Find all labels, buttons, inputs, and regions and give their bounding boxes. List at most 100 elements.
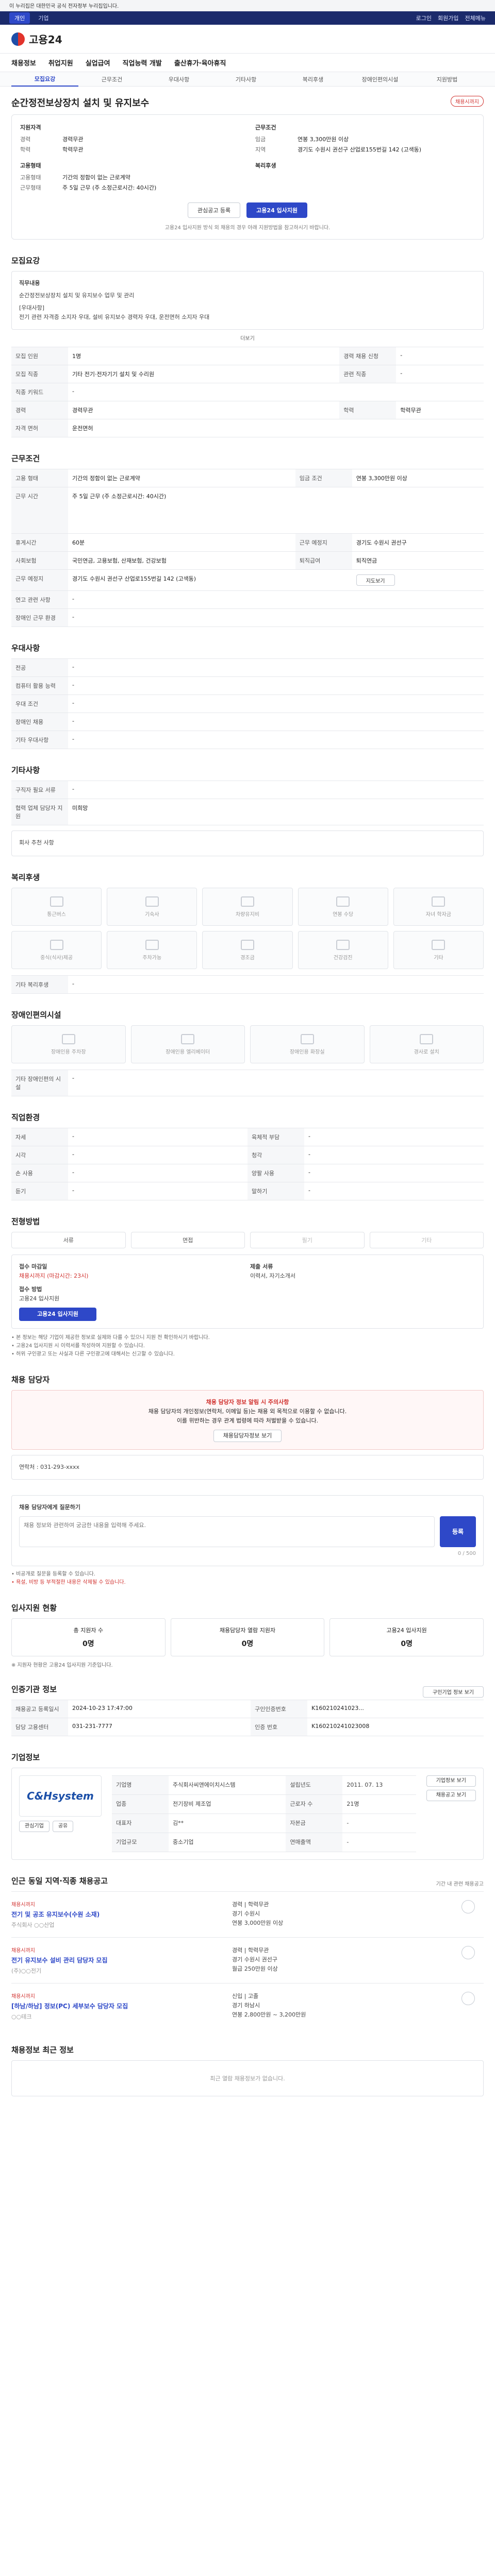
info-section: 인증기관 정보 구인기업 정보 보기 채용공고 등록일시 2024-10-23 1… [11, 1684, 484, 1736]
step-etc: 기타 [369, 1232, 484, 1248]
table-value: - [68, 731, 484, 749]
company-logo: C&Hsystem [19, 1775, 102, 1817]
tab-recruit[interactable]: 모집요강 [11, 72, 78, 87]
question-input[interactable] [19, 1516, 435, 1547]
disability-grid: 장애인용 주차장 장애인용 엘리베이터 장애인용 화장실 경사로 설치 [11, 1025, 484, 1063]
share-button[interactable]: 공유 [52, 1821, 74, 1832]
table-label: 자세 [11, 1128, 68, 1146]
welfare-item: 연봉 수당 [298, 888, 388, 926]
table-row: 구직자 필요 서류 - [11, 781, 484, 799]
company-detail-link[interactable]: 기업정보 보기 [426, 1775, 476, 1787]
all-menu-link[interactable]: 전체메뉴 [465, 14, 486, 22]
related-job-item[interactable]: 채용시까지 전기 유지보수 설비 관리 담당자 모집 (주)○○전기 경력 | … [11, 1937, 484, 1983]
qna-note: • 비공개로 질문을 등록할 수 있습니다. [11, 1571, 95, 1577]
etc-section: 기타사항 구직자 필요 서류 - 협력 업체 담당자 지원 미희망 회사 추천 사항 [11, 765, 484, 856]
nav-training[interactable]: 직업능력 개발 [123, 58, 162, 67]
scrap-button[interactable]: 관심공고 등록 [187, 202, 241, 218]
table-value: - [68, 676, 484, 695]
table-label: 연고 관련 사항 [11, 590, 68, 609]
related-job-item[interactable]: 채용시까지 [하남/하남] 정보(PC) 세부보수 담당자 모집 ○○테크 신입… [11, 1983, 484, 2029]
scrap-icon[interactable] [461, 1992, 475, 2005]
recruit-table: 모집 인원 1명 경력 채용 신청 - 모집 직종 기타 전기·전자기기 설치 및 수리… [11, 347, 484, 437]
job-description-line: 전기 관련 자격증 소지자 우대, 설비 유지보수 경력자 우대, 운전면허 소… [19, 314, 210, 320]
tab-personal[interactable]: 개인 [9, 12, 30, 24]
welfare-item-label: 자녀 학자금 [425, 911, 451, 918]
tab-disability[interactable]: 장애인편의시설 [346, 75, 414, 83]
stat-label: 고용24 입사지원 [386, 1627, 427, 1634]
table-label: 관련 직종 [339, 365, 397, 383]
table-row: 경력 경력무관 학력 학력무관 [11, 401, 484, 419]
table-value: 운전면허 [68, 419, 484, 437]
nav-jobs[interactable]: 채용정보 [11, 58, 36, 67]
summary-qualification-heading: 지원자격 [20, 124, 41, 131]
logo[interactable]: 고용24 [11, 31, 62, 46]
table-label: 협력 업체 담당자 지원 [11, 799, 68, 825]
nav-support[interactable]: 취업지원 [48, 58, 73, 67]
job-line: 경기 하남시 [232, 2002, 260, 2009]
table-row: 기업명 주식회사씨앤에이치시스템 설립년도 2011. 07. 13 [112, 1775, 416, 1795]
table-label: 장애인 채용 [11, 713, 68, 731]
summary-value: 주 5일 근무 (주 소정근로시간: 40시간) [62, 184, 157, 191]
company-jobs-link[interactable]: 채용공고 보기 [426, 1790, 476, 1801]
table-row: 연고 관련 사항 - [11, 590, 484, 609]
info-heading: 인증기관 정보 [11, 1685, 57, 1694]
job-title-link[interactable]: 전기 유지보수 설비 관리 담당자 모집 [11, 1956, 222, 1964]
table-label: 임금 조건 [295, 469, 352, 487]
map-button[interactable]: 지도보기 [356, 574, 395, 586]
table-row: 기타 장애인편의 시설 - [11, 1070, 484, 1096]
site-bar: 개인 기업 로그인 회원가입 전체메뉴 [0, 11, 495, 25]
preference-section: 우대사항 전공 - 컴퓨터 활용 능력 - 우대 조건 - 장애인 채용 - 기타 우대… [11, 642, 484, 749]
job-company: 주식회사 ○○산업 [11, 1922, 55, 1928]
selection-steps: 서류 면접 필기 기타 [11, 1232, 484, 1248]
job-title-link[interactable]: [하남/하남] 정보(PC) 세부보수 담당자 모집 [11, 2002, 222, 2010]
signup-link[interactable]: 회원가입 [438, 14, 458, 22]
tab-conditions[interactable]: 근무조건 [78, 75, 145, 83]
table-value: - [396, 365, 484, 383]
follow-company-button[interactable]: 관심기업 [19, 1821, 50, 1832]
scrap-icon[interactable] [461, 1900, 475, 1913]
table-label: 업종 [112, 1794, 169, 1814]
stats-grid: 총 지원자 수 0명 채용담당자 열람 지원자 0명 고용24 입사지원 0명 [11, 1618, 484, 1656]
question-submit-button[interactable]: 등록 [440, 1516, 476, 1547]
table-value: 경기도 수원시 권선구 산업로155번길 142 (고색동) [68, 569, 352, 591]
method-value: 고용24 입사지원 [19, 1295, 60, 1302]
table-label: 시각 [11, 1146, 68, 1164]
company-info-link[interactable]: 구인기업 정보 보기 [423, 1686, 484, 1698]
conditions-heading: 근무조건 [11, 454, 40, 463]
apply-button-secondary[interactable]: 고용24 입사지원 [19, 1308, 96, 1321]
scrap-icon[interactable] [461, 1946, 475, 1959]
apply-button[interactable]: 고용24 입사지원 [246, 202, 308, 218]
nav-leave[interactable]: 출산휴가·육아휴직 [174, 58, 226, 67]
table-row: 기업규모 중소기업 연매출액 - [112, 1833, 416, 1852]
login-link[interactable]: 로그인 [416, 14, 432, 22]
environment-table: 자세 - 육체적 부담 - 시각 - 청각 - 손 사용 - 양팔 사용 - 듣기 - 말하기 - [11, 1128, 484, 1200]
table-row: 근무 시간 주 5일 근무 (주 소정근로시간: 40시간) [11, 487, 484, 534]
ramp-icon [420, 1033, 434, 1044]
summary-value: 학력무관 [62, 146, 84, 153]
table-value: - [304, 1164, 484, 1182]
facility-item: 장애인용 주차장 [11, 1025, 126, 1063]
table-value: 기타 전기·전자기기 설치 및 수리원 [68, 365, 340, 383]
welfare-item-label: 중식(식사)제공 [40, 955, 73, 961]
table-value: - [68, 1070, 484, 1096]
table-value: - [396, 347, 484, 365]
table-row: 손 사용 - 양팔 사용 - [11, 1164, 484, 1182]
tab-etc[interactable]: 기타사항 [212, 75, 279, 83]
table-label: 근무 예정지 [11, 569, 68, 591]
tab-business[interactable]: 기업 [33, 12, 54, 24]
etc-extra-box: 회사 추천 사항 [11, 831, 484, 856]
job-company: (주)○○전기 [11, 1968, 42, 1974]
nav-benefit[interactable]: 실업급여 [86, 58, 110, 67]
show-contact-button[interactable]: 채용담당자정보 보기 [213, 1430, 282, 1442]
more-button[interactable]: 더보기 [11, 334, 484, 342]
bus-icon [50, 896, 63, 907]
tab-preference[interactable]: 우대사항 [145, 75, 212, 83]
welfare-etc-table: 기타 복리후생 - [11, 975, 484, 994]
tab-welfare[interactable]: 복리후생 [279, 75, 346, 83]
tab-apply[interactable]: 지원방법 [414, 75, 481, 83]
job-title-link[interactable]: 전기 및 공조 유지보수(수원 소재) [11, 1910, 222, 1919]
welfare-item: 경조금 [202, 931, 293, 969]
table-row: 자세 - 육체적 부담 - [11, 1128, 484, 1146]
summary-card: 지원자격 경력 경력무관 학력 학력무관 고용형태 고용형태 기간의 정함이 없는 근… [11, 114, 484, 240]
related-job-item[interactable]: 채용시까지 전기 및 공조 유지보수(수원 소재) 주식회사 ○○산업 경력 |… [11, 1891, 484, 1937]
